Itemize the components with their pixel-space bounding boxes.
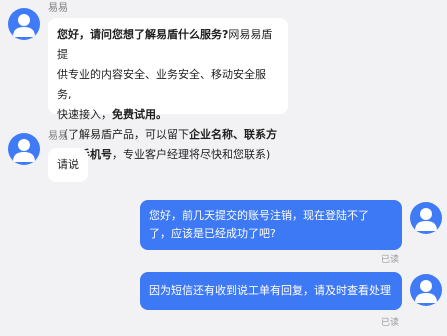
- chat-conversation: 易易 您好，请问您想了解易盾什么服务?网易易盾提 供专业的内容安全、业务安全、移…: [0, 0, 447, 336]
- free-trial-link[interactable]: 免费试用。: [112, 108, 167, 121]
- message-text: ，专业客户经理将尽快和您联系): [112, 148, 271, 161]
- message-line: 快速接入，免费试用。: [57, 105, 279, 125]
- agent-avatar[interactable]: [8, 8, 40, 40]
- agent-avatar[interactable]: [8, 133, 40, 165]
- user-avatar[interactable]: [410, 274, 442, 306]
- user-avatar[interactable]: [410, 202, 442, 234]
- message-text: 快速接入，: [57, 108, 112, 121]
- read-status: 已读: [381, 318, 400, 328]
- incoming-message-bubble: 请说: [48, 148, 88, 182]
- message-line: 您好，请问您想了解易盾什么服务?网易易盾提: [57, 25, 279, 65]
- outgoing-message-bubble: 您好，前几天提交的账号注销，现在登陆不了 了，应该是已经成功了吧?: [140, 200, 402, 250]
- outgoing-message-bubble: 因为短信还有收到说工单有回复，请及时查看处理: [140, 272, 402, 310]
- user-silhouette-icon: [13, 14, 35, 37]
- message-text: （了解易盾产品，可以留下: [57, 128, 189, 141]
- message-line: 您好，前几天提交的账号注销，现在登陆不了: [149, 209, 369, 222]
- message-text-bold: 请问您想了解易盾什么服务?: [90, 28, 229, 41]
- incoming-message-bubble: 您好，请问您想了解易盾什么服务?网易易盾提 供专业的内容安全、业务安全、移动安全…: [48, 18, 288, 161]
- message-line: （了解易盾产品，可以留下企业名称、联系方: [57, 125, 279, 145]
- message-line: 供专业的内容安全、业务安全、移动安全服务,: [57, 68, 266, 101]
- sender-name: 易易: [48, 131, 68, 142]
- sender-name: 易易: [48, 3, 68, 14]
- user-silhouette-icon: [415, 280, 437, 303]
- message-text: 您好，: [57, 28, 90, 41]
- user-silhouette-icon: [415, 208, 437, 231]
- message-text-bold: 企业名称、联系方: [189, 128, 277, 141]
- read-status: 已读: [381, 255, 400, 265]
- user-silhouette-icon: [13, 139, 35, 162]
- message-line: 式、手机号，专业客户经理将尽快和您联系): [57, 145, 279, 165]
- message-line: 了，应该是已经成功了吧?: [149, 227, 276, 240]
- message-line: 因为短信还有收到说工单有回复，请及时查看处理: [149, 284, 391, 297]
